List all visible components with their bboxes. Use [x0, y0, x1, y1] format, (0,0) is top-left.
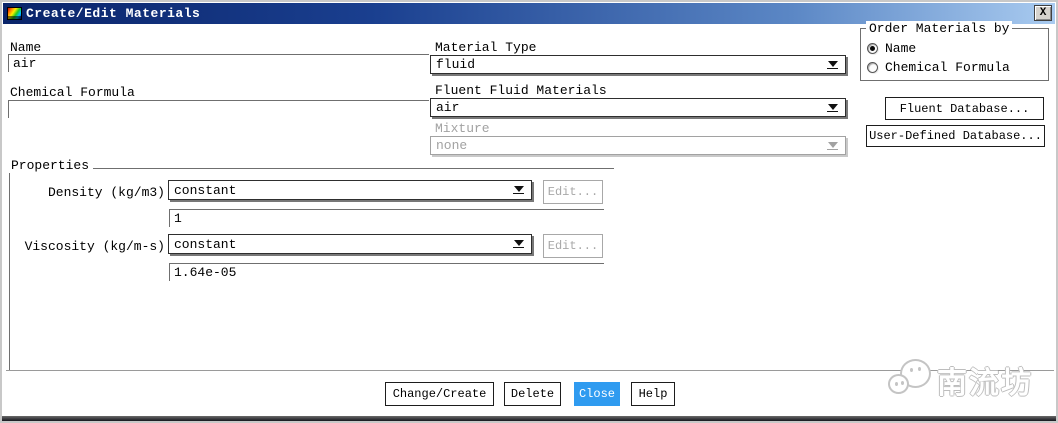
viscosity-label: Viscosity (kg/m-s) [7, 239, 165, 254]
fluent-fluid-materials-label: Fluent Fluid Materials [435, 83, 607, 98]
viscosity-value-input[interactable]: 1.64e-05 [169, 263, 604, 281]
chemical-formula-input[interactable] [8, 100, 429, 118]
material-type-dropdown[interactable]: fluid [430, 55, 846, 74]
close-button[interactable]: Close [574, 382, 620, 406]
watermark: 南流坊 [882, 352, 1058, 408]
chevron-down-icon [827, 61, 838, 69]
chemical-formula-label: Chemical Formula [10, 85, 135, 100]
chevron-down-icon [513, 240, 524, 248]
radio-chemical-formula-label: Chemical Formula [885, 60, 1010, 75]
radio-unselected-icon[interactable] [867, 62, 878, 73]
fluent-database-button[interactable]: Fluent Database... [885, 97, 1044, 120]
mixture-value: none [436, 138, 467, 153]
fluent-logo-icon [7, 7, 22, 20]
window-bottom-frame [2, 416, 1056, 421]
chat-bubble-icon [888, 374, 909, 394]
density-method-value: constant [174, 183, 236, 198]
fluent-fluid-materials-value: air [436, 100, 459, 115]
chevron-down-icon [513, 186, 524, 194]
radio-selected-icon[interactable] [867, 43, 878, 54]
chevron-down-icon [827, 142, 838, 150]
fluent-fluid-materials-dropdown[interactable]: air [430, 98, 846, 117]
footer-separator [6, 370, 1054, 371]
mixture-dropdown: none [430, 136, 846, 155]
close-icon[interactable]: X [1034, 5, 1052, 21]
mixture-label: Mixture [435, 121, 490, 136]
properties-label: Properties [7, 158, 93, 173]
delete-button[interactable]: Delete [504, 382, 561, 406]
chat-bubble-icon [900, 359, 931, 388]
user-defined-database-button[interactable]: User-Defined Database... [866, 125, 1045, 147]
viscosity-edit-button: Edit... [543, 234, 603, 258]
viscosity-method-value: constant [174, 237, 236, 252]
density-method-dropdown[interactable]: constant [168, 180, 532, 200]
density-value-input[interactable]: 1 [169, 209, 604, 227]
watermark-text: 南流坊 [937, 358, 1033, 403]
help-button[interactable]: Help [631, 382, 675, 406]
order-materials-by-group: Order Materials by Name Chemical Formula [860, 28, 1049, 81]
order-materials-by-label: Order Materials by [866, 21, 1012, 36]
chevron-down-icon [827, 104, 838, 112]
radio-order-by-name[interactable]: Name [867, 41, 916, 55]
name-label: Name [10, 40, 41, 55]
radio-name-label: Name [885, 41, 916, 56]
viscosity-method-dropdown[interactable]: constant [168, 234, 532, 254]
material-type-value: fluid [436, 57, 475, 72]
name-input[interactable]: air [8, 54, 429, 72]
material-type-label: Material Type [435, 40, 536, 55]
density-label: Density (kg/m3) [7, 185, 165, 200]
change-create-button[interactable]: Change/Create [385, 382, 494, 406]
create-edit-materials-dialog: Create/Edit Materials X Name air Chemica… [0, 0, 1058, 423]
density-edit-button: Edit... [543, 180, 603, 204]
radio-order-by-chemical-formula[interactable]: Chemical Formula [867, 60, 1010, 74]
window-title: Create/Edit Materials [26, 6, 200, 21]
